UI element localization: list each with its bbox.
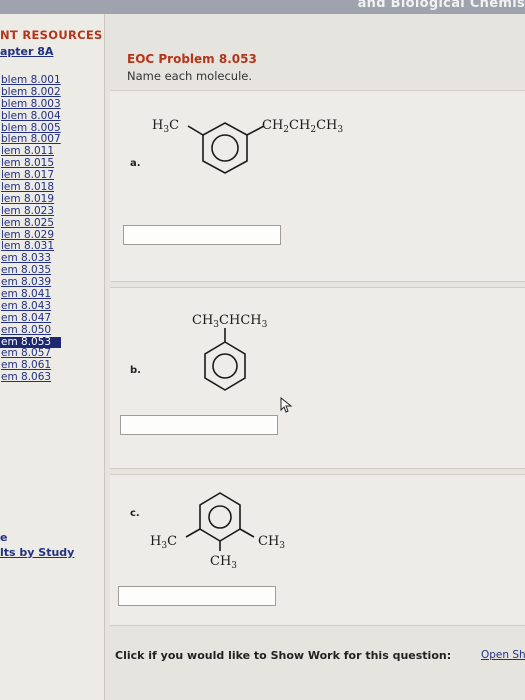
- molecule-c-left-substituent: H3C: [150, 534, 177, 551]
- part-c-answer-input[interactable]: [118, 586, 276, 606]
- problem-title: EOC Problem 8.053: [127, 52, 257, 66]
- molecule-a-structure: H3C CH2CH2CH3: [152, 118, 343, 174]
- open-show-work-link[interactable]: Open Sh: [481, 649, 525, 661]
- molecule-c-right-substituent: CH3: [258, 534, 285, 551]
- sidebar-problem-link[interactable]: lem 8.023: [0, 205, 61, 218]
- sidebar-problem-link[interactable]: em 8.050: [0, 324, 61, 337]
- sidebar-problem-link[interactable]: lem 8.019: [0, 193, 61, 206]
- part-b-letter: b.: [130, 365, 141, 376]
- sidebar-problem-link[interactable]: blem 8.003: [0, 98, 61, 111]
- molecule-b-structure: CH3CHCH3: [192, 313, 268, 391]
- molecule-c-bottom-substituent: CH3: [210, 554, 237, 571]
- results-by-study-link[interactable]: lts by Study: [0, 546, 74, 559]
- top-bar: and Biological Chemis: [0, 0, 525, 14]
- sidebar-problem-link[interactable]: blem 8.004: [0, 110, 61, 123]
- sidebar-e-label: e: [0, 531, 8, 544]
- part-b-panel: b. CH3CHCH3: [110, 287, 525, 469]
- part-c-panel: c. H3C CH3 CH3: [110, 474, 525, 626]
- molecule-a-left-substituent: H3C: [152, 118, 179, 135]
- sidebar-problem-link[interactable]: lem 8.025: [0, 217, 61, 230]
- sidebar-chapter-link[interactable]: apter 8A: [0, 45, 53, 58]
- show-work-prompt: Click if you would like to Show Work for…: [115, 649, 452, 662]
- problem-area: EOC Problem 8.053 Name each molecule. a.…: [110, 14, 525, 700]
- course-title: and Biological Chemis: [357, 0, 525, 11]
- part-c-letter: c.: [130, 508, 140, 519]
- molecule-a-right-substituent: CH2CH2CH3: [262, 118, 343, 135]
- mouse-cursor-icon: [280, 397, 293, 413]
- part-a-panel: a. H3C CH2CH2CH3: [110, 90, 525, 282]
- part-a-answer-input[interactable]: [123, 225, 281, 245]
- resources-sidebar: NT RESOURCES apter 8A blem 8.001 blem 8.0…: [0, 14, 105, 700]
- part-b-answer-input[interactable]: [120, 415, 278, 435]
- molecule-c-structure: H3C CH3 CH3: [150, 492, 285, 571]
- problem-list: blem 8.001 blem 8.002 blem 8.003 blem 8.004…: [0, 74, 61, 384]
- problem-instruction: Name each molecule.: [127, 69, 253, 83]
- sidebar-problem-link[interactable]: blem 8.002: [0, 86, 61, 99]
- part-a-letter: a.: [130, 158, 141, 169]
- sidebar-problem-link[interactable]: em 8.063: [0, 371, 61, 384]
- sidebar-heading: NT RESOURCES: [0, 28, 103, 42]
- molecule-b-substituent: CH3CHCH3: [192, 313, 268, 330]
- sidebar-problem-link[interactable]: em 8.047: [0, 312, 61, 325]
